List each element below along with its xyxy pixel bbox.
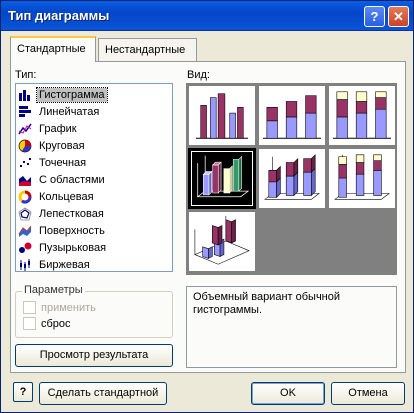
scroll-up-button[interactable]: ▲ bbox=[172, 84, 173, 100]
list-item[interactable]: Линейчатая bbox=[18, 103, 158, 120]
list-item[interactable]: Лепестковая bbox=[18, 205, 158, 222]
tab-custom[interactable]: Нестандартные bbox=[98, 38, 197, 61]
chart-type-list[interactable]: Гистограмма Линейчатая График Круговая Т… bbox=[15, 83, 173, 272]
line-chart-icon bbox=[18, 123, 32, 134]
reset-label: сброс bbox=[41, 317, 71, 330]
apply-label: применить bbox=[41, 301, 96, 314]
subtype-description: Объемный вариант обычной гистограммы. bbox=[186, 286, 397, 368]
preview-button[interactable]: Просмотр результата bbox=[15, 344, 173, 367]
list-item[interactable]: Круговая bbox=[18, 137, 158, 154]
ok-button[interactable]: OK bbox=[251, 382, 325, 405]
list-item-label: Биржевая bbox=[39, 258, 90, 271]
subtype-3d-clustered-column[interactable] bbox=[188, 148, 256, 209]
help-icon[interactable]: ? bbox=[13, 382, 33, 402]
bar-chart-icon bbox=[19, 105, 31, 117]
subtype-stacked-column[interactable] bbox=[258, 85, 326, 146]
chart-type-dialog: Тип диаграммы ? ✕ Стандартные Нестандарт… bbox=[0, 0, 414, 413]
scroll-thumb[interactable] bbox=[172, 101, 173, 221]
help-title-button[interactable]: ? bbox=[364, 6, 385, 27]
list-item-label: Лепестковая bbox=[39, 207, 104, 220]
list-item[interactable]: График bbox=[18, 120, 158, 137]
list-item[interactable]: Кольцевая bbox=[18, 188, 158, 205]
list-item-label: Поверхность bbox=[39, 224, 105, 237]
list-item[interactable]: Поверхность bbox=[18, 222, 158, 239]
list-item[interactable]: Биржевая bbox=[18, 256, 158, 271]
list-item-label: Круговая bbox=[39, 139, 85, 152]
options-group: Параметры применить сброс bbox=[15, 284, 173, 338]
list-scrollbar[interactable]: ▲ ▼ bbox=[172, 84, 173, 271]
apply-checkbox bbox=[23, 301, 36, 314]
set-default-button[interactable]: Сделать стандартной bbox=[39, 382, 167, 405]
column-chart-icon bbox=[19, 89, 30, 101]
stock-chart-icon bbox=[20, 258, 30, 271]
list-item[interactable]: Пузырьковая bbox=[18, 239, 158, 256]
title-bar[interactable]: Тип диаграммы ? ✕ bbox=[1, 1, 413, 31]
list-item-label: Кольцевая bbox=[39, 190, 94, 203]
subtype-3d-column[interactable] bbox=[188, 211, 256, 272]
list-item[interactable]: Гистограмма bbox=[18, 86, 158, 103]
subtype-100-stacked-column[interactable] bbox=[328, 85, 396, 146]
cancel-button[interactable]: Отмена bbox=[331, 382, 405, 405]
list-item-label: Линейчатая bbox=[39, 105, 100, 118]
options-group-title: Параметры bbox=[22, 284, 85, 296]
window-title: Тип диаграммы bbox=[8, 8, 110, 23]
list-item-label: График bbox=[39, 122, 77, 135]
scroll-down-button[interactable]: ▼ bbox=[172, 255, 173, 271]
list-item-label: С областями bbox=[39, 173, 105, 186]
list-item-label: Точечная bbox=[39, 156, 87, 169]
close-button[interactable]: ✕ bbox=[388, 6, 409, 27]
pie-chart-icon bbox=[18, 139, 32, 152]
doughnut-chart-icon bbox=[18, 190, 32, 203]
bubble-chart-icon bbox=[19, 242, 32, 253]
subtype-3d-stacked-column[interactable] bbox=[258, 148, 326, 209]
view-label: Вид: bbox=[187, 69, 210, 81]
list-item-label: Пузырьковая bbox=[39, 241, 107, 254]
tab-standard[interactable]: Стандартные bbox=[10, 36, 96, 62]
list-item[interactable]: Точечная bbox=[18, 154, 158, 171]
surface-chart-icon bbox=[18, 225, 32, 237]
apply-checkbox-row: применить bbox=[23, 301, 96, 314]
subtype-clustered-column[interactable] bbox=[188, 85, 256, 146]
reset-checkbox-row[interactable]: сброс bbox=[23, 317, 71, 330]
chart-subtype-gallery bbox=[186, 83, 397, 275]
type-label: Тип: bbox=[15, 69, 37, 81]
radar-chart-icon bbox=[18, 207, 32, 220]
list-item[interactable]: С областями bbox=[18, 171, 158, 188]
list-item-label: Гистограмма bbox=[36, 86, 108, 103]
area-chart-icon bbox=[19, 175, 31, 186]
reset-checkbox[interactable] bbox=[23, 317, 36, 330]
scatter-chart-icon bbox=[20, 157, 31, 167]
subtype-3d-100-stacked-column[interactable] bbox=[328, 148, 396, 209]
